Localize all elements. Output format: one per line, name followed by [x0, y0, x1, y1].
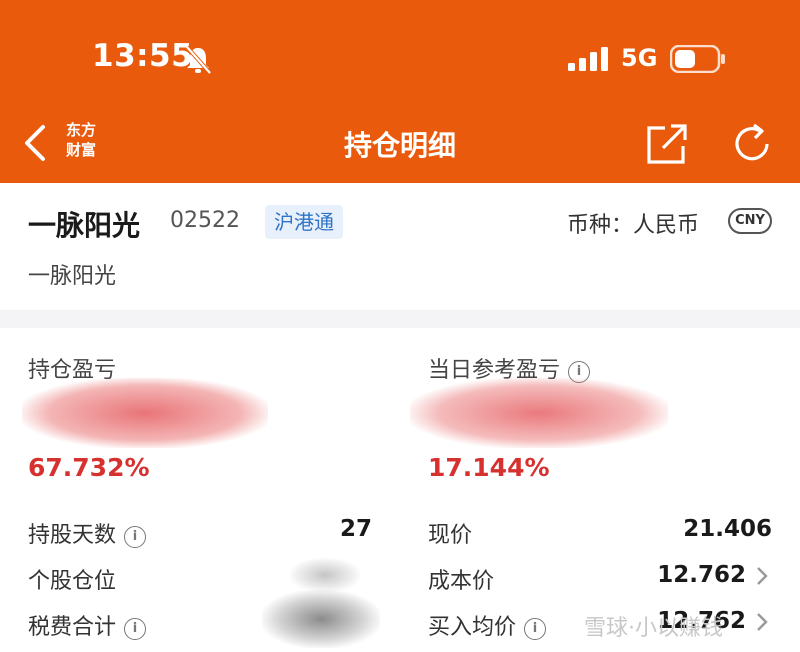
- info-icon[interactable]: i: [124, 526, 147, 548]
- share-icon[interactable]: [645, 122, 689, 166]
- stock-code: 02522: [170, 208, 240, 233]
- chevron-right-icon[interactable]: [756, 612, 768, 632]
- refresh-icon[interactable]: [730, 122, 774, 166]
- current-price-value: 21.406: [683, 516, 772, 542]
- info-icon[interactable]: i: [124, 618, 147, 640]
- stock-name: 一脉阳光: [28, 209, 141, 242]
- top-bar: 13:55 5G 东方 财富 持仓明细: [0, 0, 800, 183]
- signal-icon: [568, 47, 608, 71]
- position-pnl-percent: 67.732%: [28, 453, 150, 482]
- redacted-value: [290, 558, 360, 592]
- avg-buy-price-label-text: 买入均价: [428, 615, 517, 640]
- battery-icon: [670, 45, 725, 73]
- network-type: 5G: [621, 44, 658, 72]
- status-time: 13:55: [92, 38, 194, 74]
- cost-price-value[interactable]: 12.762: [600, 562, 746, 588]
- watermark: 雪球·小以赚钱: [584, 616, 723, 641]
- current-price-label: 现价: [428, 523, 473, 548]
- currency-label: 币种：人民币: [567, 213, 700, 238]
- cost-price-label: 成本价: [428, 569, 495, 594]
- holding-days-label-text: 持股天数: [28, 523, 117, 548]
- holding-days-label: 持股天数 i: [28, 517, 147, 549]
- avg-buy-price-label: 买入均价 i: [428, 609, 547, 641]
- market-tag: 沪港通: [265, 205, 343, 239]
- stock-subtitle: 一脉阳光: [28, 264, 117, 289]
- redacted-amount: [22, 378, 268, 448]
- redacted-amount: [410, 378, 668, 448]
- currency-badge: CNY: [728, 208, 772, 234]
- redacted-value: [262, 590, 380, 648]
- section-divider: [0, 310, 800, 328]
- bell-muted-icon: [185, 45, 212, 75]
- info-icon[interactable]: i: [524, 618, 547, 640]
- tax-fee-label-text: 税费合计: [28, 615, 117, 640]
- chevron-right-icon[interactable]: [756, 566, 768, 586]
- tax-fee-label: 税费合计 i: [28, 609, 147, 641]
- position-ratio-label: 个股仓位: [28, 569, 117, 594]
- today-pnl-percent: 17.144%: [428, 453, 550, 482]
- holding-days-value: 27: [339, 516, 372, 542]
